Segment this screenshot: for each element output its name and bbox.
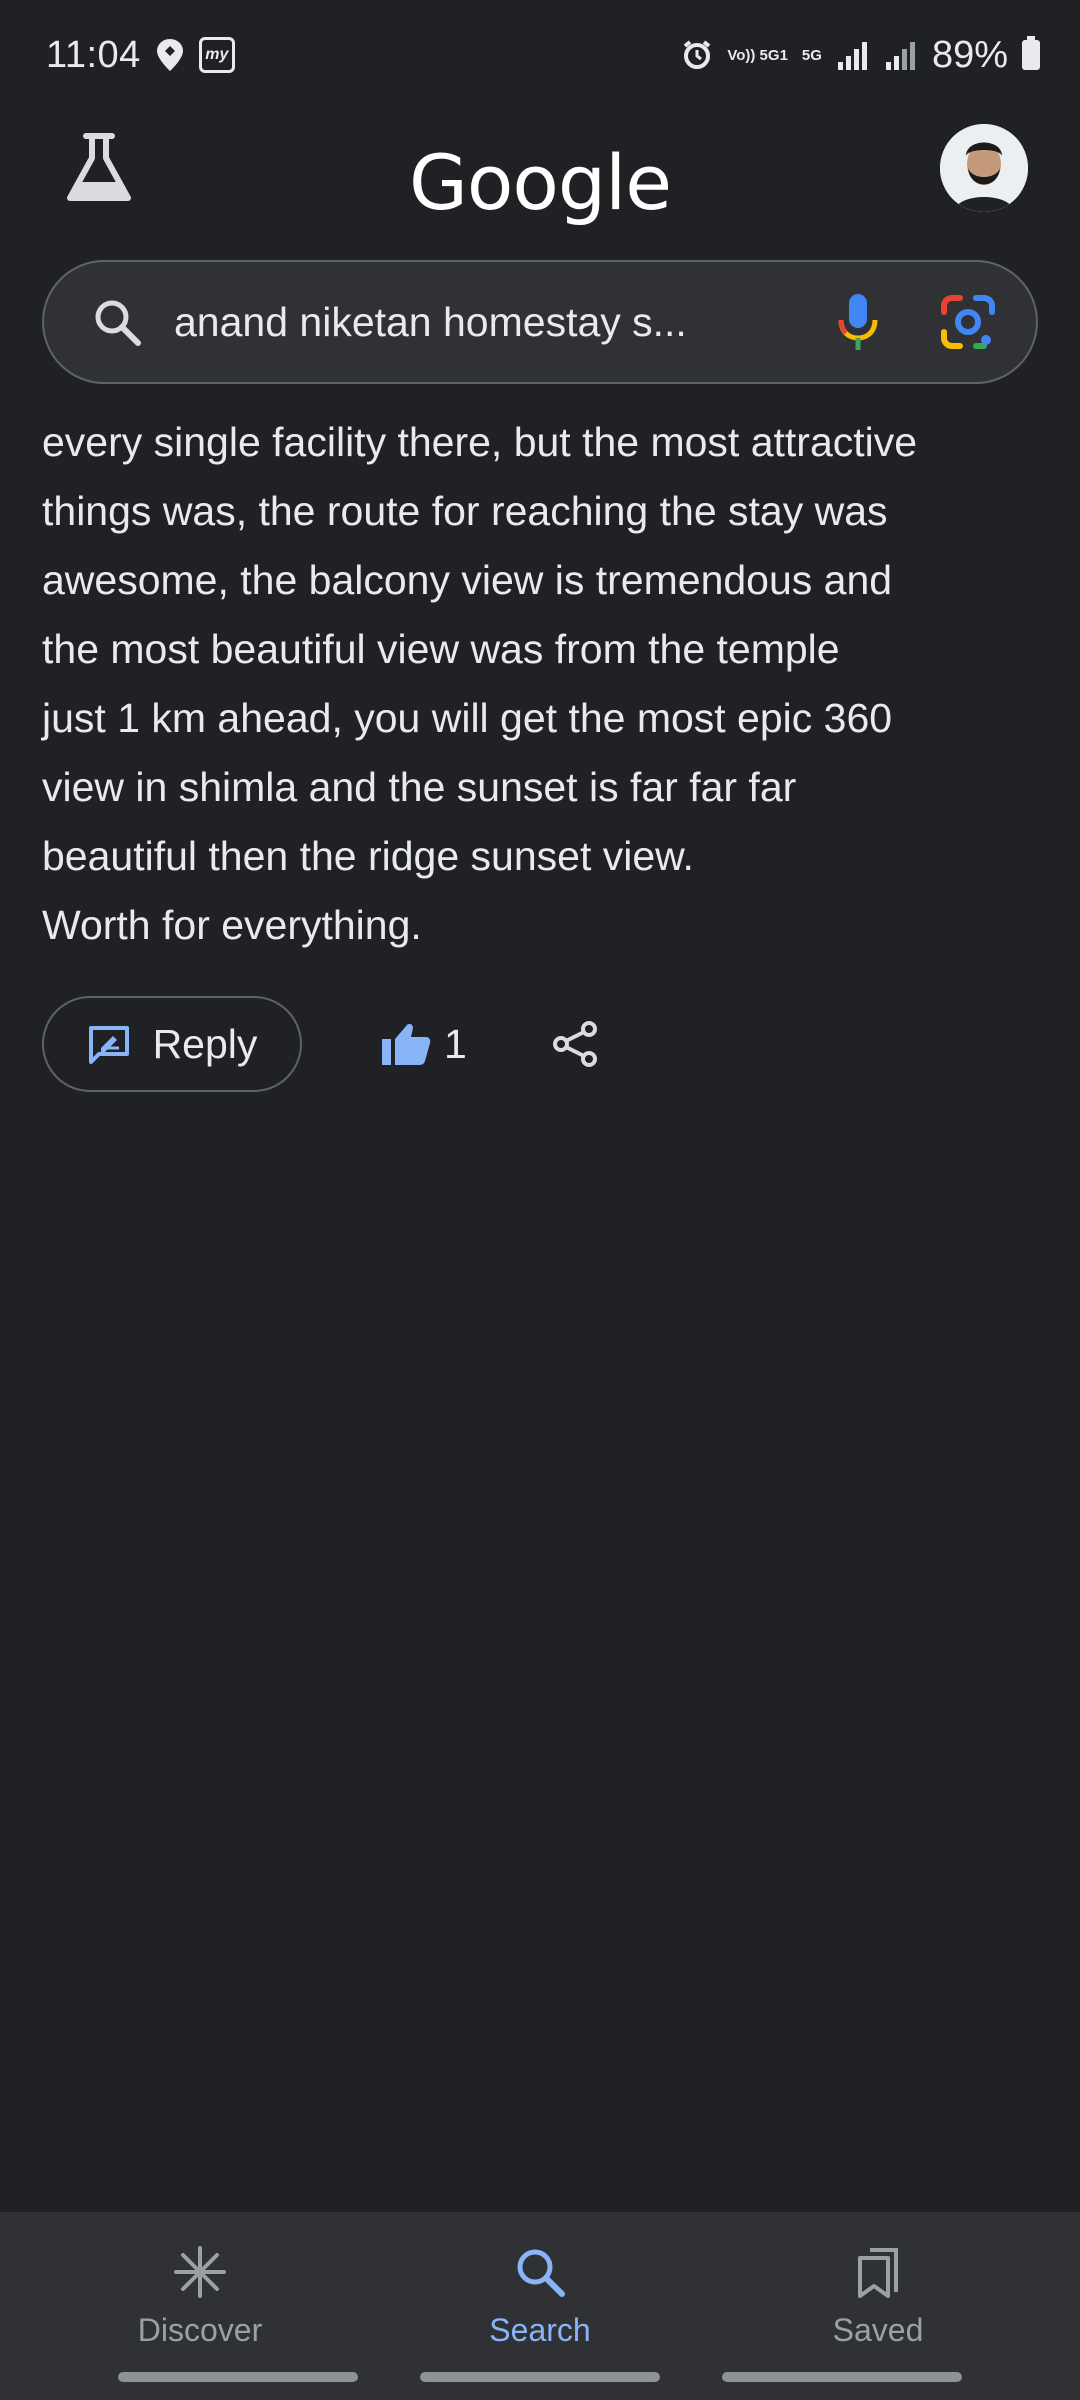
nav-label-saved: Saved <box>832 2312 924 2348</box>
asterisk-icon <box>174 2246 226 2298</box>
reply-label: Reply <box>152 1020 258 1067</box>
nav-saved[interactable]: Saved <box>728 2242 1028 2349</box>
review-line: every single facility there, but the mos… <box>42 419 918 465</box>
review-line: beautiful then the ridge sunset view. <box>42 833 694 879</box>
signal-icon <box>837 42 867 70</box>
review-line: view in shimla and the sunset is far far… <box>42 764 797 810</box>
battery-percentage: 89% <box>931 33 1008 76</box>
gesture-bar-right <box>722 2372 962 2382</box>
bottom-navigation: Discover Search Saved <box>0 2212 1080 2400</box>
microphone-icon[interactable] <box>836 292 880 352</box>
user-avatar-icon <box>940 124 1028 212</box>
nav-label-discover: Discover <box>137 2312 263 2348</box>
reply-button[interactable]: Reply <box>42 996 302 1092</box>
share-icon[interactable] <box>551 1020 599 1068</box>
review-text: every single facility there, but the mos… <box>42 408 1042 960</box>
network-type: 5G <box>801 46 822 64</box>
review-line: just 1 km ahead, you will get the most e… <box>42 695 893 741</box>
nav-discover[interactable]: Discover <box>50 2242 350 2349</box>
google-logo: Google <box>408 138 672 227</box>
screen: 11:04 my Vo)) 5G1 5G 89% Google anand ni… <box>0 0 1080 2400</box>
gesture-bar-center <box>420 2372 660 2382</box>
nav-label-search: Search <box>489 2312 591 2348</box>
review-line: the most beautiful view was from the tem… <box>42 626 840 672</box>
review-actions: Reply 1 <box>42 996 599 1092</box>
alarm-icon <box>684 40 711 69</box>
review-line: things was, the route for reaching the s… <box>42 488 888 534</box>
like-button[interactable]: 1 <box>380 1021 467 1068</box>
nav-search[interactable]: Search <box>390 2242 690 2349</box>
avatar[interactable] <box>940 124 1028 212</box>
volte-indicator: Vo)) 5G1 <box>727 46 788 64</box>
bookmarks-icon <box>858 2248 898 2298</box>
gesture-bar-left <box>118 2372 358 2382</box>
search-icon <box>95 300 141 346</box>
status-bar: 11:04 my Vo)) 5G1 5G 89% <box>0 0 1080 110</box>
location-pin-icon <box>156 39 183 71</box>
reply-icon <box>88 1026 129 1064</box>
search-box[interactable]: anand niketan homestay s... <box>42 260 1038 384</box>
google-lens-icon[interactable] <box>940 294 996 350</box>
signal-roaming-icon <box>885 42 915 70</box>
battery-icon <box>1022 36 1040 70</box>
app-badge-icon: my <box>198 37 235 73</box>
like-count: 1 <box>444 1020 467 1067</box>
status-right: Vo)) 5G1 5G 89% <box>681 34 1040 77</box>
status-left: 11:04 my <box>46 34 235 77</box>
status-time: 11:04 <box>46 33 141 76</box>
header: Google <box>0 118 1080 227</box>
review-line: awesome, the balcony view is tremendous … <box>42 557 893 603</box>
review-line: Worth for everything. <box>42 902 422 948</box>
search-input[interactable]: anand niketan homestay s... <box>174 299 836 346</box>
search-icon <box>517 2249 565 2297</box>
thumbs-up-icon <box>382 1024 431 1065</box>
